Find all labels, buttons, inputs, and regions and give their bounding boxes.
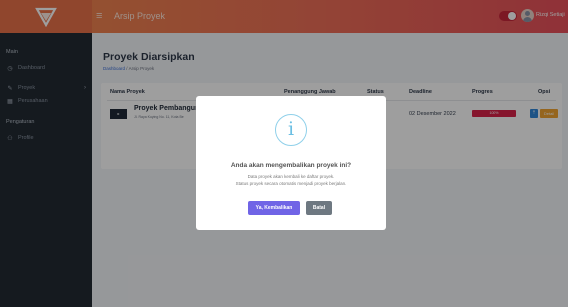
dialog-text-line-1: Data proyek akan kembali ke daftar proye… [247,174,335,179]
cancel-button[interactable]: Batal [306,201,332,215]
confirm-restore-button[interactable]: Ya, Kembalikan [248,201,300,215]
dialog-text-line-2: Status proyek secara otomatis menjadi pr… [235,181,347,186]
confirm-restore-dialog: i Anda akan mengembalikan proyek ini? Da… [196,96,386,230]
dialog-title: Anda akan mengembalikan proyek ini? [230,162,352,169]
info-icon: i [275,114,307,146]
